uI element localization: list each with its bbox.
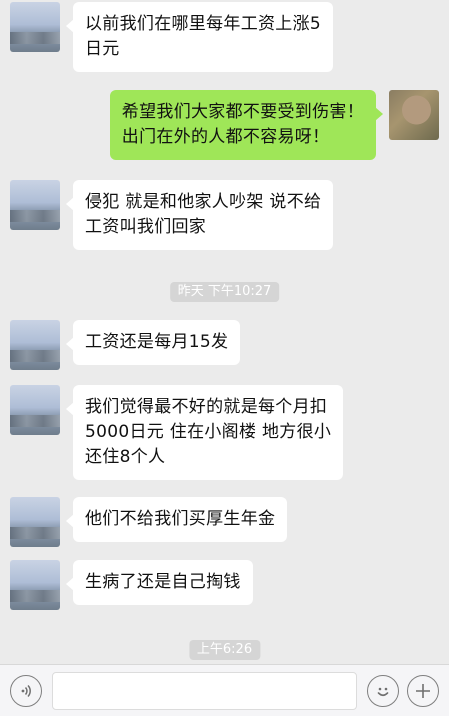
voice-button[interactable]	[10, 674, 42, 707]
message-text: 5000日元 住在小阁楼 地方很小	[85, 422, 332, 442]
message-bubble[interactable]: 他们不给我们买厚生年金	[65, 497, 288, 542]
avatar[interactable]	[10, 560, 60, 610]
message-incoming: 他们不给我们买厚生年金	[10, 497, 288, 547]
plus-button[interactable]	[407, 674, 439, 707]
message-text: 我们觉得最不好的就是每个月扣	[85, 397, 328, 417]
message-text: 以前我们在哪里每年工资上涨5	[85, 14, 322, 34]
avatar[interactable]	[10, 2, 60, 52]
message-input[interactable]	[52, 671, 357, 710]
message-text: 工资叫我们回家	[85, 217, 207, 237]
chat-area: 以前我们在哪里每年工资上涨5 日元 希望我们大家都不要受到伤害！ 出门在外的人都…	[0, 0, 449, 664]
avatar[interactable]	[389, 90, 439, 140]
message-text: 希望我们大家都不要受到伤害！	[121, 102, 364, 122]
avatar[interactable]	[10, 320, 60, 370]
message-bubble[interactable]: 侵犯 就是和他家人吵架 说不给 工资叫我们回家	[65, 180, 334, 250]
message-text: 他们不给我们买厚生年金	[85, 509, 276, 529]
message-incoming: 我们觉得最不好的就是每个月扣 5000日元 住在小阁楼 地方很小 还住8个人	[10, 385, 344, 480]
emoji-icon	[373, 681, 393, 701]
message-text: 日元	[85, 39, 120, 59]
message-text: 工资还是每月15发	[85, 332, 229, 352]
message-text: 生病了还是自己掏钱	[85, 572, 241, 592]
message-bubble[interactable]: 生病了还是自己掏钱	[66, 560, 253, 605]
message-bubble[interactable]: 我们觉得最不好的就是每个月扣 5000日元 住在小阁楼 地方很小 还住8个人	[65, 385, 344, 480]
message-incoming: 侵犯 就是和他家人吵架 说不给 工资叫我们回家	[10, 180, 334, 250]
message-bubble[interactable]: 以前我们在哪里每年工资上涨5 日元	[65, 2, 334, 72]
avatar[interactable]	[10, 497, 60, 547]
plus-icon	[414, 682, 432, 700]
message-text: 侵犯 就是和他家人吵架 说不给	[85, 192, 322, 212]
message-outgoing: 希望我们大家都不要受到伤害！ 出门在外的人都不容易呀！	[109, 90, 439, 160]
message-incoming: 以前我们在哪里每年工资上涨5 日元	[10, 2, 334, 72]
timestamp: 昨天 下午10:27	[169, 282, 280, 302]
voice-icon	[18, 683, 34, 699]
message-bubble[interactable]: 希望我们大家都不要受到伤害！ 出门在外的人都不容易呀！	[109, 90, 384, 160]
message-text: 出门在外的人都不容易呀！	[121, 127, 330, 147]
message-bubble[interactable]: 工资还是每月15发	[65, 320, 241, 365]
emoji-button[interactable]	[367, 674, 399, 707]
avatar[interactable]	[10, 180, 60, 230]
message-text: 还住8个人	[85, 447, 166, 467]
input-toolbar	[0, 664, 449, 716]
message-incoming: 工资还是每月15发	[10, 320, 241, 370]
timestamp: 上午6:26	[188, 640, 261, 660]
message-incoming: 生病了还是自己掏钱	[10, 560, 253, 610]
avatar[interactable]	[10, 385, 60, 435]
